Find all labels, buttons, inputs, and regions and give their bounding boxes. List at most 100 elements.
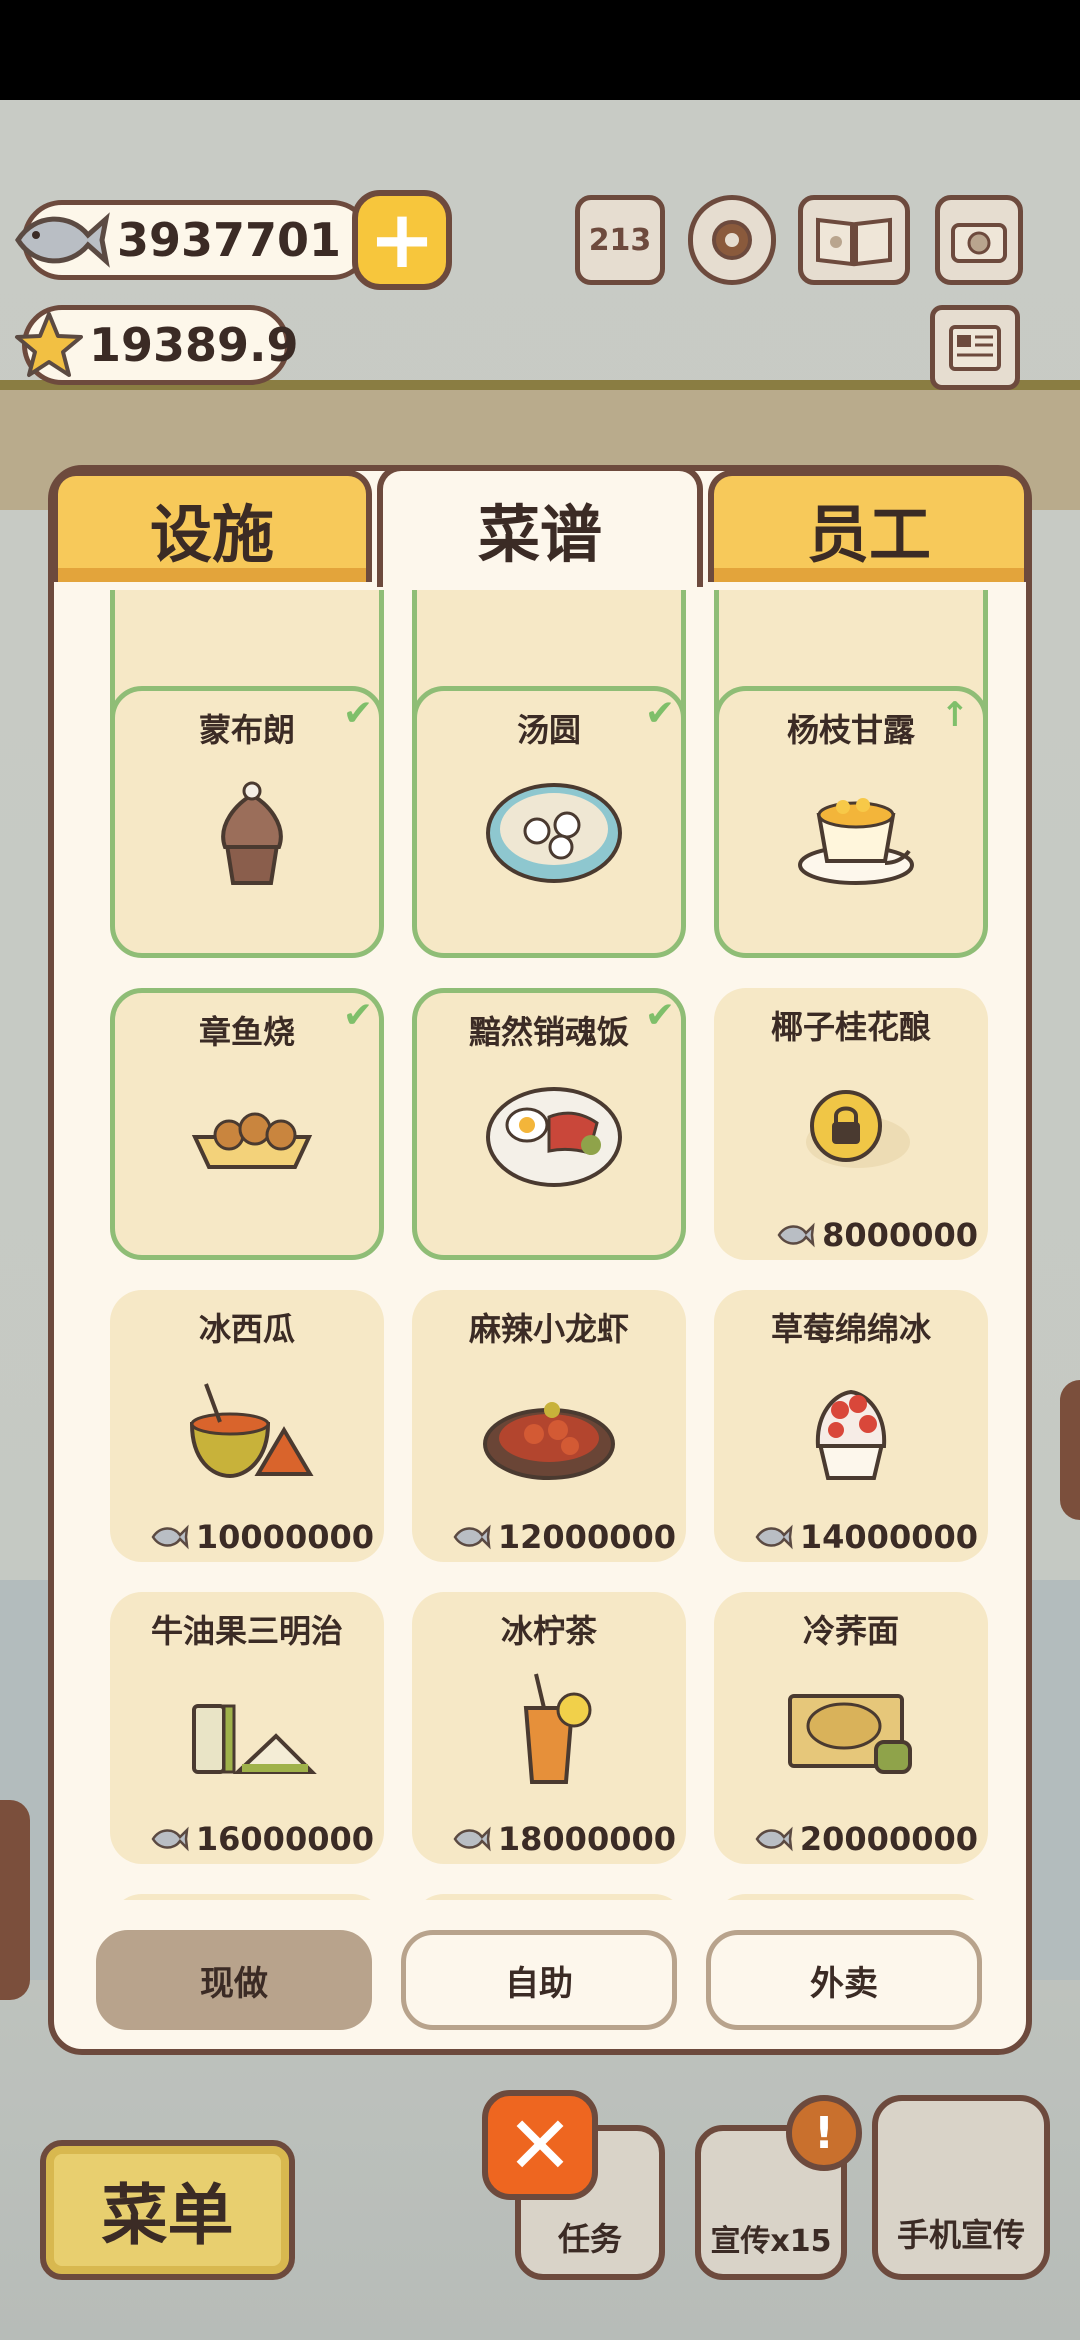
lemon-tea-icon — [523, 1673, 592, 1784]
recipe-name: 汤圆 — [516, 711, 581, 749]
recipe-price: 16000000 — [150, 1820, 374, 1858]
tab-facilities[interactable]: 设施 — [52, 470, 372, 582]
recipe-price: 10000000 — [150, 1518, 374, 1556]
recipe-name: 蒙布朗 — [198, 711, 295, 749]
recipe-card-spicy-crayfish[interactable]: 麻辣小龙虾 12000000 — [412, 1290, 686, 1562]
star-amount: 19389.9 — [89, 318, 299, 372]
alert-mark: ! — [813, 2107, 835, 2159]
recipe-price: 12000000 — [452, 1518, 676, 1556]
crayfish-icon — [483, 1402, 615, 1480]
fish-icon — [777, 1222, 815, 1248]
tasks-button-label: 任务 — [557, 2220, 622, 2258]
tab-made-to-order[interactable]: 现做 — [96, 1930, 372, 2030]
upgrade-arrow-icon: ↑ — [940, 695, 970, 735]
price-value: 16000000 — [195, 1820, 374, 1858]
mango-sago-icon — [798, 798, 914, 885]
recipe-name: 椰子桂花酿 — [770, 1008, 931, 1046]
recipe-card-iced-lemon-tea[interactable]: 冰柠茶 18000000 — [412, 1592, 686, 1864]
recipe-card-mont-blanc[interactable]: 蒙布朗 ✔ — [110, 686, 384, 958]
recipe-card-strawberry-bingsu[interactable]: 草莓绵绵冰 14000000 — [714, 1290, 988, 1562]
close-icon: ✕ — [506, 2098, 574, 2192]
menu-button[interactable]: 菜单 — [40, 2140, 295, 2280]
newspaper-icon — [949, 324, 1001, 371]
fish-icon — [453, 1524, 491, 1550]
recipe-card-cold-soba[interactable]: 冷荞面 20000000 — [714, 1592, 988, 1864]
recipe-name: 牛油果三明治 — [150, 1612, 343, 1650]
tab-takeout-label: 外卖 — [810, 1963, 878, 2004]
recipe-card-mango-sago[interactable]: 杨枝甘露 ↑ — [714, 686, 988, 958]
recipe-book-button[interactable] — [798, 195, 910, 285]
recipe-card-takoyaki[interactable]: 章鱼烧 ✔ — [110, 988, 384, 1260]
recipe-price: 18000000 — [452, 1820, 676, 1858]
recipe-name: 冰柠茶 — [500, 1612, 597, 1650]
service-mode-tabs: 现做 自助 外卖 — [96, 1930, 986, 2030]
tab-self-service[interactable]: 自助 — [401, 1930, 677, 2030]
recipe-card-tangyuan[interactable]: 汤圆 ✔ — [412, 686, 686, 958]
recipe-name: 麻辣小龙虾 — [468, 1310, 629, 1348]
owned-check-icon: ✔ — [644, 995, 675, 1036]
price-value: 8000000 — [822, 1216, 978, 1254]
fish-icon — [10, 200, 110, 280]
tree-trunk — [1060, 1380, 1080, 1520]
recipe-name: 冷荞面 — [802, 1612, 899, 1650]
lock-icon — [806, 1090, 910, 1168]
ranking-button[interactable]: 213 — [575, 195, 665, 285]
fish-amount: 3937701 — [117, 213, 342, 267]
mont-blanc-icon — [221, 781, 283, 885]
recipe-card-iced-watermelon[interactable]: 冰西瓜 10000000 — [110, 1290, 384, 1562]
book-icon — [816, 217, 892, 267]
camera-icon — [951, 223, 1007, 263]
tab-staff[interactable]: 员工 — [708, 470, 1030, 582]
strawberry-ice-icon — [815, 1389, 887, 1480]
tab-facilities-label: 设施 — [149, 498, 274, 571]
recipe-name: 冰西瓜 — [198, 1310, 295, 1348]
owned-check-icon: ✔ — [644, 693, 675, 734]
recipe-grid[interactable]: 蒙布朗 ✔ 汤圆 ✔ 杨枝甘露 ↑ 章鱼烧 ✔ 黯然销魂饭 ✔ 椰子桂花酿 80… — [54, 590, 1026, 1900]
ranking-icon: 213 — [588, 222, 652, 258]
sandwich-icon — [192, 1704, 317, 1774]
price-value: 12000000 — [497, 1518, 676, 1556]
recipe-card-avocado-sandwich[interactable]: 牛油果三明治 16000000 — [110, 1592, 384, 1864]
newspaper-button[interactable] — [930, 305, 1020, 390]
owned-check-icon: ✔ — [342, 995, 373, 1036]
tangyuan-icon — [486, 783, 622, 883]
tab-self-service-label: 自助 — [505, 1963, 573, 2004]
phone-promotion-label: 手机宣传 — [896, 2216, 1025, 2254]
close-panel-button[interactable]: ✕ — [482, 2090, 598, 2200]
tab-takeout[interactable]: 外卖 — [706, 1930, 982, 2030]
tab-made-to-order-label: 现做 — [200, 1963, 268, 2004]
recipe-card-coconut-osmanthus[interactable]: 椰子桂花酿 8000000 — [714, 988, 988, 1260]
recipe-price: 14000000 — [754, 1518, 978, 1556]
recipe-price: 20000000 — [754, 1820, 978, 1858]
price-value: 18000000 — [497, 1820, 676, 1858]
promotion-button-label: 宣传x15 — [710, 2224, 832, 2259]
price-value: 20000000 — [799, 1820, 978, 1858]
fish-icon — [151, 1826, 189, 1852]
recipe-name: 草莓绵绵冰 — [770, 1310, 931, 1348]
tab-staff-label: 员工 — [806, 498, 931, 571]
settings-button[interactable] — [688, 195, 776, 285]
recipe-card[interactable] — [714, 1894, 988, 1900]
recipe-card[interactable] — [110, 1894, 384, 1900]
fish-icon — [453, 1826, 491, 1852]
soba-icon — [788, 1694, 912, 1774]
recipe-card-char-siu-rice[interactable]: 黯然销魂饭 ✔ — [412, 988, 686, 1260]
recipe-name: 章鱼烧 — [198, 1013, 295, 1051]
fish-icon — [151, 1524, 189, 1550]
recipe-card[interactable] — [412, 1894, 686, 1900]
tree-trunk — [0, 1800, 30, 2000]
menu-button-label: 菜单 — [101, 2177, 234, 2254]
star-icon — [12, 305, 86, 385]
phone-promotion-button[interactable]: 手机宣传 — [872, 2095, 1050, 2280]
add-fish-button[interactable]: + — [352, 190, 452, 290]
watermelon-icon — [189, 1383, 314, 1479]
tab-recipes-label: 菜谱 — [477, 498, 602, 571]
takoyaki-icon — [191, 1112, 313, 1169]
fish-icon — [755, 1524, 793, 1550]
recipe-name: 黯然销魂饭 — [468, 1013, 629, 1051]
price-value: 14000000 — [799, 1518, 978, 1556]
alert-badge-icon: ! — [786, 2095, 862, 2171]
camera-button[interactable] — [935, 195, 1023, 285]
tab-recipes[interactable]: 菜谱 — [377, 465, 703, 587]
owned-check-icon: ✔ — [342, 693, 373, 734]
